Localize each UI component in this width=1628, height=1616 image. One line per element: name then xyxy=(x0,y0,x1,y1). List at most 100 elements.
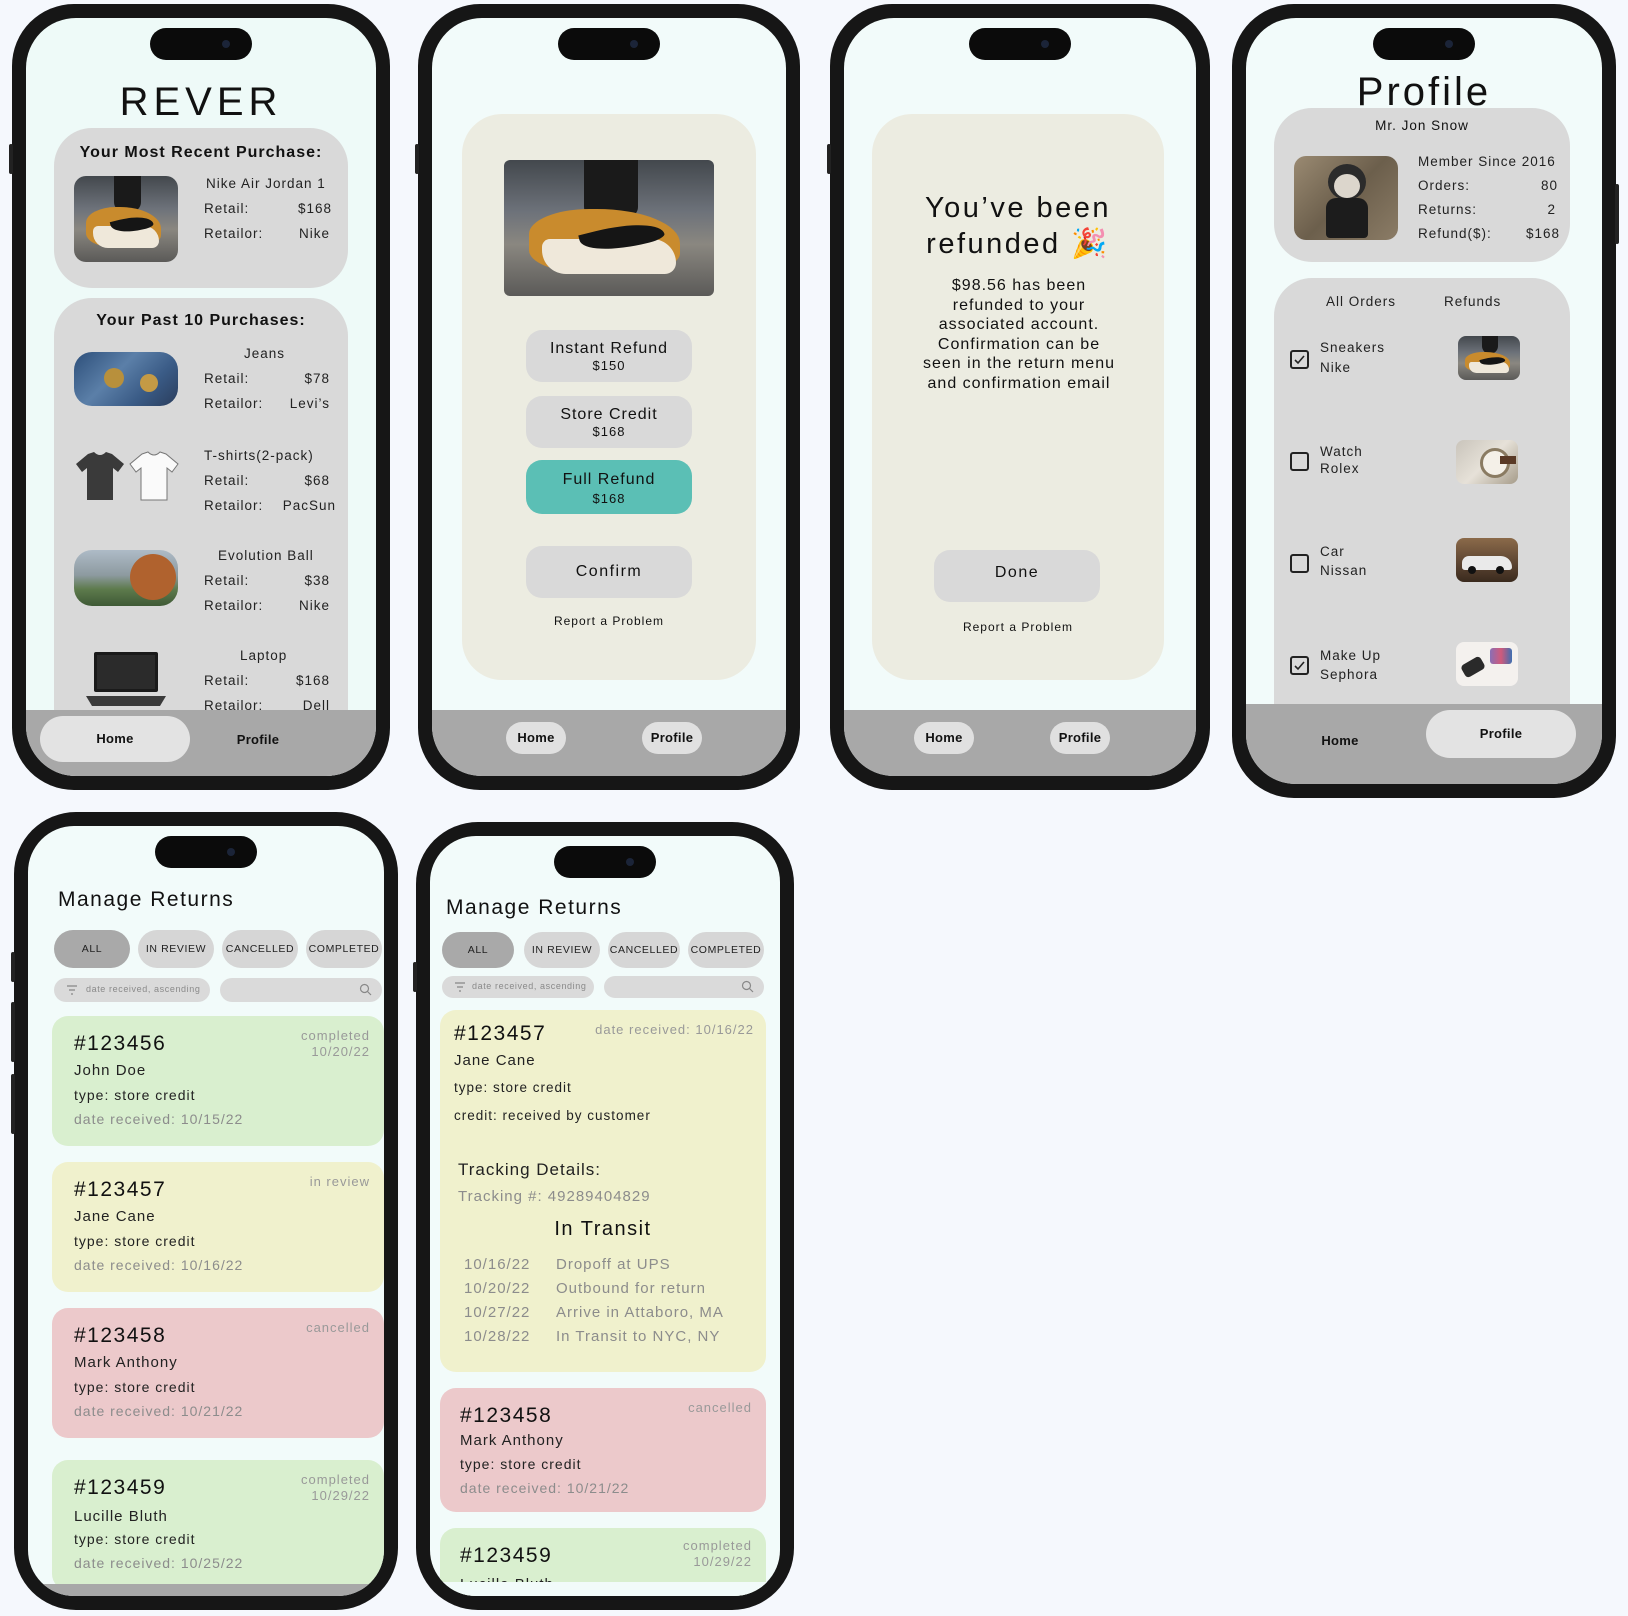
customer-name: Jane Cane xyxy=(74,1208,156,1225)
filter-all[interactable]: ALL xyxy=(54,930,130,968)
filter-icon xyxy=(66,984,78,999)
retail-label: Retail: xyxy=(204,473,250,488)
order-item-sneakers[interactable]: Sneakers Nike xyxy=(1274,336,1570,396)
retail-label: Retail: xyxy=(204,371,250,386)
event-desc: Dropoff at UPS xyxy=(556,1256,671,1273)
confirm-button[interactable]: Confirm xyxy=(526,546,692,598)
phone-profile: Profile Mr. Jon Snow Member Since 2016 O… xyxy=(1232,4,1619,798)
jeans-thumbnail xyxy=(74,352,178,406)
filter-cancelled[interactable]: CANCELLED xyxy=(608,932,680,968)
return-card[interactable]: #123458 cancelled Mark Anthony type: sto… xyxy=(52,1308,384,1438)
bottom-nav: Home Profile xyxy=(26,710,376,776)
orders-card: All Orders Refunds Sneakers Nike Watch R… xyxy=(1274,278,1570,748)
return-card[interactable]: #123459 completed 10/29/22 Lucille Bluth… xyxy=(52,1460,384,1590)
return-status: completed xyxy=(301,1028,370,1043)
tab-all-orders[interactable]: All Orders xyxy=(1326,294,1396,309)
nav-home-button[interactable]: Home xyxy=(40,716,190,762)
store-credit-button[interactable]: Store Credit $168 xyxy=(526,396,692,448)
event-date: 10/20/22 xyxy=(464,1280,531,1297)
nav-home-button[interactable]: Home xyxy=(506,722,566,754)
sort-dropdown[interactable]: date received, ascending xyxy=(54,978,210,1002)
nav-home-button[interactable]: Home xyxy=(914,722,974,754)
refund-options-card: Instant Refund $150 Store Credit $168 Fu… xyxy=(462,114,756,680)
member-since: Member Since 2016 xyxy=(1418,154,1556,169)
refund-value: $168 xyxy=(1525,226,1560,241)
nav-profile-button[interactable]: Profile xyxy=(642,722,702,754)
sneaker-photo xyxy=(504,160,714,296)
order-item-makeup[interactable]: Make Up Sephora xyxy=(1274,642,1570,708)
search-input[interactable] xyxy=(220,978,382,1002)
return-status-date: 10/29/22 xyxy=(311,1488,370,1503)
customer-name: Lucille Bluth xyxy=(74,1508,168,1525)
filter-all[interactable]: ALL xyxy=(442,932,514,968)
order-item-car[interactable]: Car Nissan xyxy=(1274,538,1570,604)
full-refund-button[interactable]: Full Refund $168 xyxy=(526,460,692,514)
retail-value: $68 xyxy=(304,473,330,488)
sort-dropdown[interactable]: date received, ascending xyxy=(442,976,594,998)
item-line1: Watch xyxy=(1320,444,1363,459)
return-status: cancelled xyxy=(688,1400,752,1415)
profile-screen: Profile Mr. Jon Snow Member Since 2016 O… xyxy=(1246,18,1602,784)
nav-profile-button[interactable]: Profile xyxy=(1426,710,1576,758)
return-card[interactable]: #123456 completed 10/20/22 John Doe type… xyxy=(52,1016,384,1146)
filter-cancelled[interactable]: CANCELLED xyxy=(222,930,298,968)
tab-refunds[interactable]: Refunds xyxy=(1444,294,1501,309)
return-type: type: store credit xyxy=(460,1456,582,1472)
retailor-label: Retailor: xyxy=(204,396,264,411)
manage-returns-title: Manage Returns xyxy=(58,888,235,911)
event-desc: In Transit to NYC, NY xyxy=(556,1328,721,1345)
retail-value: $168 xyxy=(295,673,330,688)
full-refund-amount: $168 xyxy=(592,491,626,506)
checkbox-checked[interactable] xyxy=(1290,656,1309,675)
sort-label: date received, ascending xyxy=(86,984,201,994)
search-input[interactable] xyxy=(604,976,764,998)
return-card[interactable]: #123458 cancelled Mark Anthony type: sto… xyxy=(440,1388,766,1512)
dynamic-island xyxy=(1373,28,1475,60)
filter-completed[interactable]: COMPLETED xyxy=(688,932,764,968)
done-button[interactable]: Done xyxy=(934,550,1100,602)
return-status: completed xyxy=(683,1538,752,1553)
full-refund-label: Full Refund xyxy=(562,471,656,488)
nav-profile-button[interactable]: Profile xyxy=(1050,722,1110,754)
nav-home-button[interactable]: Home xyxy=(1290,718,1390,764)
phone-manage-returns: Manage Returns ALL IN REVIEW CANCELLED C… xyxy=(11,812,398,1610)
filter-in-review[interactable]: IN REVIEW xyxy=(138,930,214,968)
return-id: #123457 xyxy=(74,1178,167,1201)
customer-name: Jane Cane xyxy=(454,1052,536,1069)
return-card[interactable]: #123457 in review Jane Cane type: store … xyxy=(52,1162,384,1292)
tshirt-black-icon xyxy=(74,450,126,502)
item-name: T-shirts(2-pack) xyxy=(204,448,314,463)
filter-icon xyxy=(454,981,466,996)
nav-profile-button[interactable]: Profile xyxy=(208,716,308,762)
app-title: REVER xyxy=(119,80,283,124)
report-problem-link[interactable]: Report a Problem xyxy=(462,614,756,628)
item-line1: Sneakers xyxy=(1320,340,1386,355)
home-screen: REVER Your Most Recent Purchase: Nike Ai… xyxy=(26,18,376,776)
filter-in-review[interactable]: IN REVIEW xyxy=(524,932,600,968)
refunded-title-line1: You’ve been xyxy=(924,192,1112,224)
checkbox-unchecked[interactable] xyxy=(1290,452,1309,471)
retailor-label: Retailor: xyxy=(204,498,264,513)
retailor-value: Nike xyxy=(298,598,330,613)
date-received: date received: 10/21/22 xyxy=(460,1480,630,1496)
report-problem-link[interactable]: Report a Problem xyxy=(872,620,1164,634)
filter-completed[interactable]: COMPLETED xyxy=(306,930,382,968)
checkbox-unchecked[interactable] xyxy=(1290,554,1309,573)
checkbox-checked[interactable] xyxy=(1290,350,1309,369)
past-item-jeans[interactable]: Jeans Retail: $78 Retailor: Levi’s xyxy=(54,346,348,426)
retail-value: $78 xyxy=(304,371,330,386)
retail-label: Retail: xyxy=(204,673,250,688)
item-line2: Rolex xyxy=(1320,461,1360,476)
user-name: Mr. Jon Snow xyxy=(1375,118,1469,133)
order-item-watch[interactable]: Watch Rolex xyxy=(1274,440,1570,504)
return-detail-card[interactable]: #123457 date received: 10/16/22 Jane Can… xyxy=(440,1010,766,1372)
instant-refund-button[interactable]: Instant Refund $150 xyxy=(526,330,692,382)
manage-returns-screen: Manage Returns ALL IN REVIEW CANCELLED C… xyxy=(28,826,384,1596)
past-item-ball[interactable]: Evolution Ball Retail: $38 Retailor: Nik… xyxy=(54,548,348,628)
return-status-date: 10/29/22 xyxy=(693,1554,752,1569)
item-line2: Nissan xyxy=(1320,563,1368,578)
phone-refund-options: Instant Refund $150 Store Credit $168 Fu… xyxy=(415,4,800,790)
phone-return-detail: Manage Returns ALL IN REVIEW CANCELLED C… xyxy=(413,822,794,1610)
recent-purchase-card[interactable]: Your Most Recent Purchase: Nike Air Jord… xyxy=(54,128,348,288)
past-item-tshirts[interactable]: T-shirts(2-pack) Retail: $68 Retailor: P… xyxy=(54,448,348,528)
